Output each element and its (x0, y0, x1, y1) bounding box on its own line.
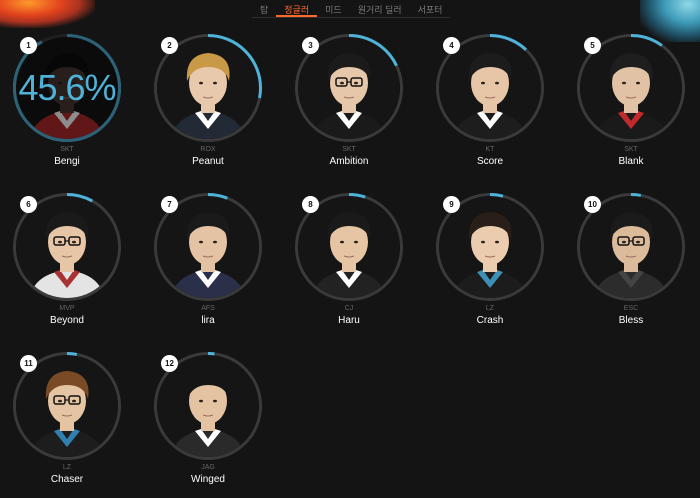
rank-badge: 4 (443, 37, 460, 54)
player-card[interactable]: 9 LZ Crash (433, 193, 553, 333)
player-card[interactable]: 4 KT Score (433, 34, 553, 174)
team-label: SKT (342, 146, 356, 153)
player-card[interactable]: 7 AFS lira (151, 193, 271, 333)
player-name: Crash (476, 315, 504, 326)
player-card[interactable]: 8 CJ Haru (292, 193, 412, 333)
rank-badge: 7 (161, 196, 178, 213)
player-card[interactable]: 5 SKT Blank (574, 34, 694, 174)
rank-badge: 12 (161, 355, 178, 372)
team-label: JAG (201, 464, 215, 471)
rank-badge: 3 (302, 37, 319, 54)
team-label: SKT (60, 146, 74, 153)
player-name: Bengi (54, 156, 80, 167)
player-card[interactable]: 2 ROX Peanut (151, 34, 271, 174)
team-label: MVP (59, 305, 75, 312)
player-card[interactable]: 11 LZ Chaser (10, 352, 130, 492)
rank-badge: 11 (20, 355, 37, 372)
player-card[interactable]: 3 SKT Ambition (292, 34, 412, 174)
team-label: KT (485, 146, 495, 153)
player-name: Score (476, 156, 504, 167)
team-label: ESC (623, 305, 639, 312)
player-card[interactable]: 10 ESC Bless (574, 193, 694, 333)
player-card[interactable]: 12 JAG Winged (151, 352, 271, 492)
player-name: Chaser (50, 474, 84, 485)
rank-badge: 9 (443, 196, 460, 213)
rank-badge: 10 (584, 196, 601, 213)
player-name: Winged (191, 474, 225, 485)
team-label: ROX (200, 146, 216, 153)
player-card[interactable]: 6 MVP Beyond (10, 193, 130, 333)
rank-badge: 1 (20, 37, 37, 54)
rank-badge: 5 (584, 37, 601, 54)
player-name: Ambition (329, 156, 369, 167)
team-label: LZ (62, 464, 72, 471)
team-label: LZ (485, 305, 495, 312)
rank-badge: 2 (161, 37, 178, 54)
player-grid: 45.6% 1 SKT Bengi 2 ROX Peanut 3 SKT Ambition (0, 0, 700, 498)
team-label: AFS (201, 305, 215, 312)
player-name: Blank (618, 156, 644, 167)
player-name: Peanut (192, 156, 224, 167)
player-name: Bless (618, 315, 644, 326)
team-label: CJ (344, 305, 354, 312)
team-label: SKT (624, 146, 638, 153)
player-name: Beyond (50, 315, 84, 326)
rank-badge: 6 (20, 196, 37, 213)
player-card[interactable]: 45.6% 1 SKT Bengi (10, 34, 130, 174)
player-name: Haru (338, 315, 360, 326)
player-name: lira (201, 315, 215, 326)
rank-badge: 8 (302, 196, 319, 213)
